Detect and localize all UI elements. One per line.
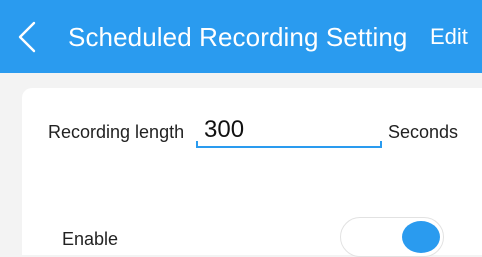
toggle-knob — [402, 221, 440, 253]
app-header: Scheduled Recording Setting Edit — [0, 0, 482, 73]
edit-button[interactable]: Edit — [430, 19, 468, 55]
page-title: Scheduled Recording Setting — [68, 22, 408, 52]
recording-length-input[interactable] — [204, 116, 374, 144]
recording-length-field[interactable] — [196, 112, 382, 148]
recording-length-label: Recording length — [48, 122, 185, 142]
chevron-left-icon — [18, 21, 36, 53]
enable-label: Enable — [62, 229, 119, 249]
back-button[interactable] — [12, 19, 46, 55]
seconds-unit-label: Seconds — [388, 122, 459, 142]
enable-toggle[interactable] — [340, 217, 444, 257]
